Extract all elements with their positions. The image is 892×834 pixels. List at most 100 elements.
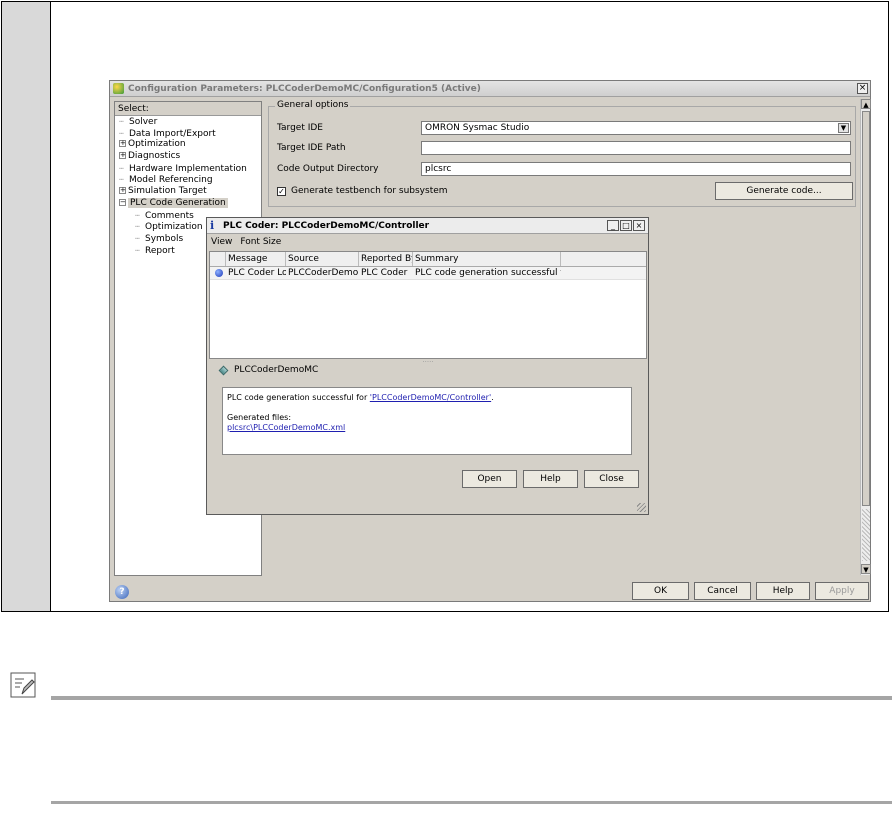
tree-item-label: Symbols: [145, 233, 184, 244]
plc-dialog-title: PLC Coder: PLCCoderDemoMC/Controller: [223, 220, 430, 231]
row-summary: PLC code generation successful for 'PL..…: [415, 268, 561, 278]
info-icon: i: [210, 219, 215, 232]
table-row[interactable]: PLC Coder Log PLCCoderDemoMC PLC Coder P…: [210, 267, 646, 280]
tree-item-label: Optimization: [145, 222, 203, 233]
document-left-column: [2, 2, 51, 611]
close-icon[interactable]: ×: [633, 220, 645, 231]
generated-file-link[interactable]: plcsrc\PLCCoderDemoMC.xml: [227, 423, 627, 433]
general-options-title: General options: [275, 100, 351, 110]
scroll-thumb[interactable]: [862, 111, 870, 506]
tree-item[interactable]: ┄ Solver: [115, 116, 261, 128]
scroll-up-icon[interactable]: ▲: [861, 99, 871, 109]
close-button[interactable]: Close: [584, 470, 639, 488]
apply-button[interactable]: Apply: [815, 582, 869, 600]
tree-item[interactable]: ┄ Model Referencing: [115, 174, 261, 186]
expand-icon[interactable]: +: [119, 187, 126, 195]
tree-item-label: Comments: [145, 210, 194, 221]
menu-view[interactable]: View: [211, 237, 232, 247]
target-ide-path-input[interactable]: [421, 141, 851, 155]
tree-item-label: Model Referencing: [129, 175, 213, 186]
tree-item-label: Diagnostics: [128, 151, 181, 162]
tree-item-label: Simulation Target: [128, 186, 207, 197]
open-button[interactable]: Open: [462, 470, 517, 488]
code-output-dir-input[interactable]: plcsrc: [421, 162, 851, 176]
model-node-icon: [218, 365, 229, 375]
tree-item[interactable]: + Diagnostics: [115, 151, 261, 163]
plc-menubar: View Font Size: [211, 237, 281, 247]
column-source[interactable]: Source: [286, 252, 359, 266]
expand-icon[interactable]: +: [119, 152, 126, 160]
row-source: PLCCoderDemoMC: [288, 268, 359, 278]
collapse-icon[interactable]: −: [119, 198, 126, 206]
close-icon[interactable]: ×: [857, 83, 868, 94]
node-line: PLCCoderDemoMC: [218, 365, 319, 375]
testbench-checkbox[interactable]: ✓: [277, 187, 286, 196]
tree-item[interactable]: ┄ Data Import/Export: [115, 128, 261, 140]
vertical-scrollbar[interactable]: ▲ ▼: [860, 99, 871, 575]
row-reported-by: PLC Coder: [361, 268, 408, 278]
matlab-app-icon: [113, 83, 124, 94]
target-ide-label: Target IDE: [277, 123, 323, 133]
message-suffix: .: [491, 393, 494, 402]
target-ide-dropdown[interactable]: OMRON Sysmac Studio ▼: [421, 121, 851, 135]
config-window-title: Configuration Parameters: PLCCoderDemoMC…: [128, 83, 481, 94]
tree-item-label: Optimization: [128, 139, 186, 150]
splitter-handle[interactable]: ·····: [419, 359, 437, 366]
document-frame: Configuration Parameters: PLCCoderDemoMC…: [1, 1, 889, 612]
generated-files-label: Generated files:: [227, 413, 292, 422]
column-message[interactable]: Message: [226, 252, 286, 266]
column-reported-by[interactable]: Reported By: [359, 252, 413, 266]
scroll-down-icon[interactable]: ▼: [861, 564, 871, 574]
note-pencil-icon: [10, 672, 36, 698]
maximize-icon[interactable]: □: [620, 220, 632, 231]
note-divider-bottom: [51, 801, 892, 804]
tree-item-label: Hardware Implementation: [129, 163, 247, 174]
note-divider-top: [51, 696, 892, 700]
row-status-cell: [210, 267, 226, 279]
minimize-icon[interactable]: _: [607, 220, 619, 231]
controller-link[interactable]: 'PLCCoderDemoMC/Controller': [370, 393, 491, 402]
node-label: PLCCoderDemoMC: [234, 365, 319, 375]
cancel-button[interactable]: Cancel: [694, 582, 751, 600]
plc-titlebar: i PLC Coder: PLCCoderDemoMC/Controller: [207, 218, 648, 234]
generate-code-button[interactable]: Generate code...: [715, 182, 853, 200]
message-detail-box: PLC code generation successful for 'PLCC…: [222, 387, 632, 455]
window-controls: _ □ ×: [607, 220, 645, 231]
config-titlebar: Configuration Parameters: PLCCoderDemoMC…: [110, 81, 870, 97]
tree-connector: ┄: [119, 128, 124, 138]
tree-item[interactable]: + Optimization: [115, 139, 261, 151]
tree-item[interactable]: + Simulation Target: [115, 186, 261, 198]
target-ide-value: OMRON Sysmac Studio: [425, 123, 530, 133]
tree-connector: ┄: [119, 175, 124, 185]
code-output-dir-label: Code Output Directory: [277, 164, 379, 174]
tree-item-label: Data Import/Export: [129, 128, 216, 139]
tree-item[interactable]: ┄ Hardware Implementation: [115, 163, 261, 175]
chevron-down-icon[interactable]: ▼: [838, 123, 849, 133]
tree-item-label: PLC Code Generation: [128, 197, 228, 208]
general-options-group: General options Target IDE OMRON Sysmac …: [268, 100, 856, 207]
help-button[interactable]: Help: [523, 470, 578, 488]
tree-connector: ┄: [135, 210, 140, 220]
expand-icon[interactable]: +: [119, 140, 126, 148]
tree-header: Select:: [115, 102, 261, 116]
tree-connector: ┄: [135, 222, 140, 232]
help-icon[interactable]: ?: [115, 585, 129, 599]
tree-connector: ┄: [135, 245, 140, 255]
ok-button[interactable]: OK: [632, 582, 689, 600]
message-line: PLC code generation successful for 'PLCC…: [227, 393, 627, 403]
help-button[interactable]: Help: [756, 582, 810, 600]
message-prefix: PLC code generation successful for: [227, 393, 370, 402]
column-summary[interactable]: Summary: [413, 252, 561, 266]
target-ide-path-label: Target IDE Path: [277, 143, 346, 153]
resize-grip-icon[interactable]: [637, 503, 646, 512]
plc-coder-dialog: i PLC Coder: PLCCoderDemoMC/Controller _…: [206, 217, 649, 515]
grid-header: Message Source Reported By Summary: [210, 252, 646, 267]
tree-connector: ┄: [119, 117, 124, 126]
tree-connector: ┄: [135, 233, 140, 243]
message-grid[interactable]: Message Source Reported By Summary PLC C…: [209, 251, 647, 359]
status-dot-icon: [215, 269, 223, 277]
tree-item[interactable]: − PLC Code Generation: [115, 197, 261, 210]
scroll-track-hatch: [862, 509, 870, 561]
menu-font-size[interactable]: Font Size: [240, 237, 281, 247]
